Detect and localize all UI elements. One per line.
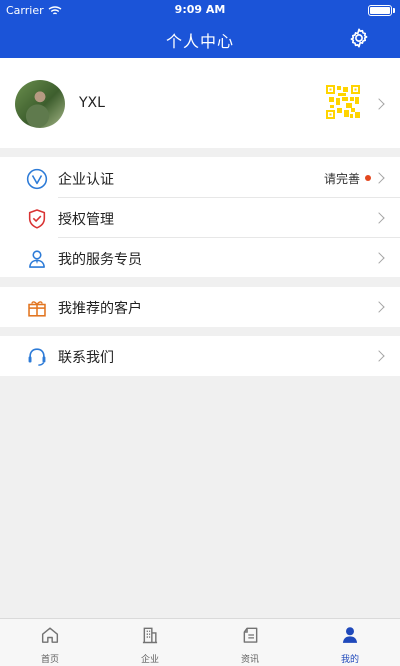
certification-label: 企业认证 [58,172,114,188]
menu-item-contact[interactable]: 联系我们 [0,336,400,376]
chevron-right-icon [373,350,385,362]
home-icon [41,627,59,643]
settings-gear-icon[interactable] [348,27,370,49]
tab-news[interactable]: 资讯 [200,619,300,666]
tab-my[interactable]: 我的 [300,619,400,666]
tab-news-label: 资讯 [240,655,259,665]
recommendation-menu-group: 我推荐的客户 [0,287,400,327]
contact-menu-group: 联系我们 [0,336,400,376]
chevron-right-icon [373,252,385,264]
account-menu-group: 企业认证 请完善 授权管理 我的服务专员 [0,157,400,277]
news-icon [243,627,258,643]
building-icon [142,627,158,644]
menu-item-certification[interactable]: 企业认证 请完善 [0,158,400,198]
status-bar: Carrier 9:09 AM [0,0,400,20]
battery-icon [368,5,392,16]
menu-item-authorization[interactable]: 授权管理 [0,198,400,238]
service-specialist-icon [29,250,45,268]
notification-dot [365,175,371,181]
service-specialist-label: 我的服务专员 [58,252,142,268]
headset-icon [28,348,46,366]
profile-chevron-icon [373,98,385,110]
profile-icon [342,627,358,643]
recommended-customers-label: 我推荐的客户 [58,301,142,317]
gift-icon [28,301,46,317]
user-name: YXL [79,95,105,111]
user-avatar [15,80,65,128]
authorization-label: 授权管理 [58,212,114,228]
bottom-tab-bar: 首页 企业 资讯 我的 [0,618,400,666]
contact-label: 联系我们 [58,350,114,366]
top-header: Carrier 9:09 AM 个人中心 [0,0,400,58]
tab-enterprise[interactable]: 企业 [100,619,200,666]
menu-item-recommended-customers[interactable]: 我推荐的客户 [0,287,400,327]
page-title: 个人中心 [165,32,234,51]
tab-enterprise-label: 企业 [140,655,159,665]
qr-code-icon[interactable] [326,85,360,119]
authorization-shield-icon [28,209,46,229]
profile-card[interactable]: YXL [0,58,400,148]
tab-home[interactable]: 首页 [0,619,100,666]
chevron-right-icon [373,301,385,313]
chevron-right-icon [373,212,385,224]
clock: 9:09 AM [174,3,226,16]
tab-home-label: 首页 [40,655,59,665]
tab-my-label: 我的 [340,655,359,665]
menu-item-service-specialist[interactable]: 我的服务专员 [0,238,400,278]
battery-tip [393,8,395,13]
certification-check-icon [26,168,48,190]
certification-status: 请完善 [323,172,360,186]
chevron-right-icon [373,172,385,184]
